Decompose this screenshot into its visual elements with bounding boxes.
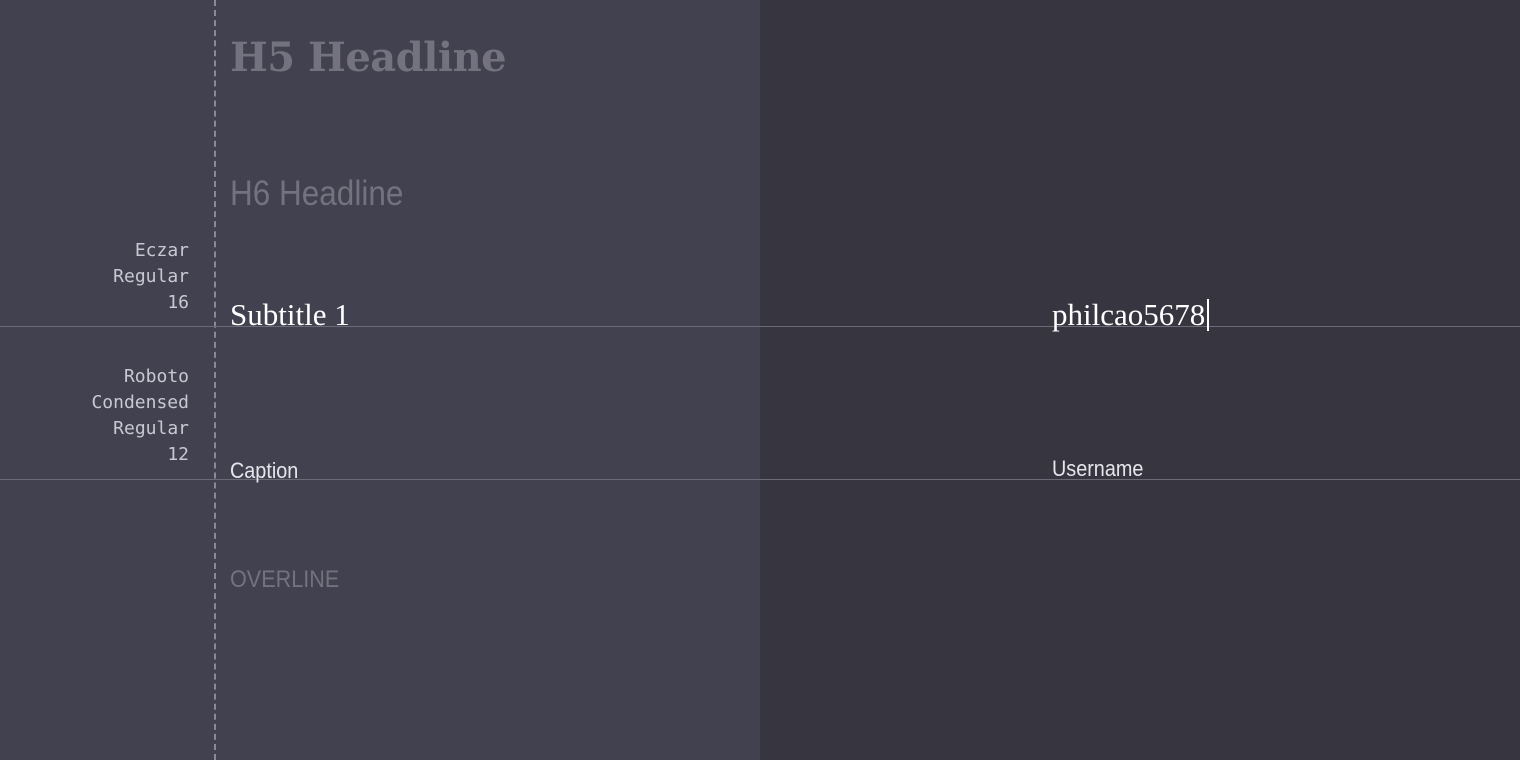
username-value: philcao5678 bbox=[1052, 297, 1206, 332]
baseline-guide-vertical bbox=[214, 0, 216, 760]
h5-headline-sample: H5 Headline bbox=[230, 34, 507, 81]
baseline-guide-subtitle bbox=[0, 326, 1520, 327]
roboto-condensed-spec-label: Roboto Condensed Regular 12 bbox=[91, 364, 189, 468]
text-caret bbox=[1207, 299, 1210, 331]
baseline-guide-caption bbox=[0, 479, 1520, 480]
spec-font-weight: Regular bbox=[113, 418, 189, 439]
username-label: Username bbox=[1052, 456, 1144, 481]
spec-font-size: 16 bbox=[167, 292, 189, 313]
spec-font-weight: Regular bbox=[113, 266, 189, 287]
username-input[interactable]: philcao5678 bbox=[1052, 297, 1210, 333]
spec-font-name: Roboto bbox=[123, 366, 189, 387]
caption-sample: Caption bbox=[230, 458, 299, 483]
subtitle1-sample: Subtitle 1 bbox=[230, 297, 350, 332]
overline-sample: OVERLINE bbox=[230, 566, 340, 593]
spec-font-variant: Condensed bbox=[91, 392, 189, 413]
spec-font-name: Eczar bbox=[134, 240, 189, 261]
spec-font-size: 12 bbox=[167, 444, 189, 465]
eczar-spec-label: Eczar Regular 16 bbox=[113, 238, 189, 316]
preview-panel bbox=[760, 0, 1520, 760]
h6-headline-sample: H6 Headline bbox=[230, 174, 404, 213]
